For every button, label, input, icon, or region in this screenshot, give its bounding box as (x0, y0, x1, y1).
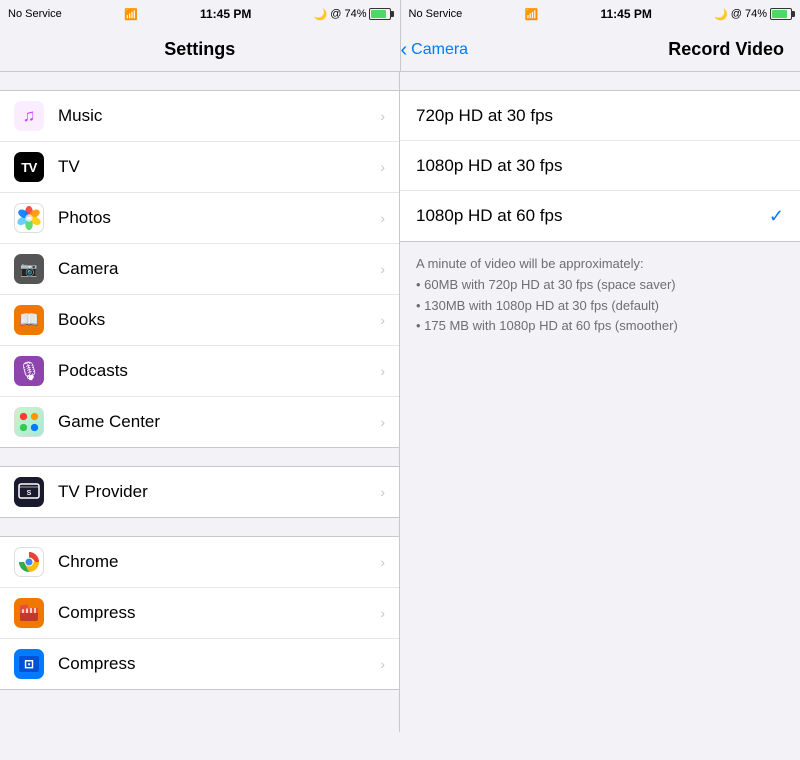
back-button[interactable]: ‹ Camera (401, 40, 469, 60)
video-option-1080p60-label: 1080p HD at 60 fps (416, 206, 562, 226)
svg-text:⊡: ⊡ (24, 657, 34, 671)
tv-icon: TV (14, 152, 44, 182)
compress1-icon (14, 598, 44, 628)
battery-pct-left: 74% (344, 8, 366, 20)
camera-label: Camera (58, 259, 118, 279)
settings-item-music[interactable]: ♫ Music › (0, 91, 399, 142)
battery-icon-right (770, 8, 792, 20)
music-label: Music (58, 106, 102, 126)
moon-icon-right: 🌙 (714, 8, 728, 21)
video-option-1080p30-label: 1080p HD at 30 fps (416, 156, 562, 176)
settings-group-1: ♫ Music › TV TV › (0, 90, 399, 448)
video-option-720p30[interactable]: 720p HD at 30 fps (400, 91, 800, 141)
back-label: Camera (411, 41, 468, 59)
tvprovider-label: TV Provider (58, 482, 148, 502)
settings-item-tv[interactable]: TV TV › (0, 142, 399, 193)
music-icon: ♫ (14, 101, 44, 131)
chevron-right-tv: › (380, 159, 385, 175)
chevron-right-camera: › (380, 261, 385, 277)
video-option-1080p60[interactable]: 1080p HD at 60 fps ✓ (400, 191, 800, 241)
info-line-1: • 60MB with 720p HD at 30 fps (space sav… (416, 277, 676, 292)
compress2-label: Compress (58, 654, 135, 674)
main-layout: ♫ Music › TV TV › (0, 72, 800, 732)
chevron-right-compress1: › (380, 605, 385, 621)
time-right: 11:45 PM (600, 7, 651, 21)
wifi-icon-right: 📶 (525, 8, 539, 21)
settings-item-books[interactable]: 📖 Books › (0, 295, 399, 346)
section-gap-1 (0, 72, 399, 90)
battery-icon-left (369, 8, 391, 20)
info-line-3: • 175 MB with 1080p HD at 60 fps (smooth… (416, 318, 678, 333)
podcasts-icon: 🎙 (14, 356, 44, 386)
podcasts-label: Podcasts (58, 361, 128, 381)
settings-group-3: Chrome › Compress (0, 536, 399, 690)
chevron-right-gamecenter: › (380, 414, 385, 430)
right-icons-right: 🌙 @ 74% (714, 8, 792, 21)
photos-icon (14, 203, 44, 233)
chrome-icon (14, 547, 44, 577)
tvprovider-icon: S (14, 477, 44, 507)
settings-item-chrome[interactable]: Chrome › (0, 537, 399, 588)
settings-panel: ♫ Music › TV TV › (0, 72, 400, 732)
status-bar-right: No Service 📶 11:45 PM 🌙 @ 74% (401, 0, 800, 28)
section-gap-2 (0, 448, 399, 466)
chrome-label: Chrome (58, 552, 118, 572)
at-icon-left: @ (330, 8, 341, 20)
status-bar-left: No Service 📶 11:45 PM 🌙 @ 74% (0, 0, 400, 28)
info-header: A minute of video will be approximately: (416, 256, 644, 271)
settings-nav: Settings (0, 28, 400, 71)
video-info-box: A minute of video will be approximately:… (400, 242, 800, 349)
settings-item-photos[interactable]: Photos › (0, 193, 399, 244)
section-gap-3 (0, 518, 399, 536)
wifi-icon-left: 📶 (124, 8, 138, 21)
settings-item-camera[interactable]: 📷 Camera › (0, 244, 399, 295)
books-icon: 📖 (14, 305, 44, 335)
compress2-icon: ⊡ (14, 649, 44, 679)
record-video-nav: ‹ Camera Record Video (401, 28, 800, 71)
chevron-right-compress2: › (380, 656, 385, 672)
photos-label: Photos (58, 208, 111, 228)
settings-title: Settings (164, 39, 235, 60)
dual-status-bar: No Service 📶 11:45 PM 🌙 @ 74% No Service… (0, 0, 800, 28)
settings-item-podcasts[interactable]: 🎙 Podcasts › (0, 346, 399, 397)
info-line-2: • 130MB with 1080p HD at 30 fps (default… (416, 298, 659, 313)
chevron-right-books: › (380, 312, 385, 328)
books-label: Books (58, 310, 105, 330)
right-icons-left: 🌙 @ 74% (314, 8, 392, 21)
video-option-720p30-label: 720p HD at 30 fps (416, 106, 553, 126)
chevron-right-music: › (380, 108, 385, 124)
gamecenter-label: Game Center (58, 412, 160, 432)
chevron-right-tvprovider: › (380, 484, 385, 500)
chevron-right-chrome: › (380, 554, 385, 570)
nav-headers: Settings ‹ Camera Record Video (0, 28, 800, 72)
at-icon-right: @ (731, 8, 742, 20)
no-service-right: No Service (409, 8, 463, 20)
chevron-left-icon: ‹ (401, 40, 408, 60)
time-left: 11:45 PM (200, 7, 251, 21)
moon-icon-left: 🌙 (314, 8, 328, 21)
chevron-right-photos: › (380, 210, 385, 226)
video-options-group: 720p HD at 30 fps 1080p HD at 30 fps 108… (400, 90, 800, 242)
no-service-left: No Service (8, 8, 62, 20)
camera-icon: 📷 (14, 254, 44, 284)
settings-item-tvprovider[interactable]: S TV Provider › (0, 467, 399, 517)
svg-text:S: S (27, 490, 32, 497)
settings-item-compress2[interactable]: ⊡ Compress › (0, 639, 399, 689)
record-video-panel: 720p HD at 30 fps 1080p HD at 30 fps 108… (400, 72, 800, 732)
settings-item-gamecenter[interactable]: Game Center › (0, 397, 399, 447)
settings-item-compress1[interactable]: Compress › (0, 588, 399, 639)
compress1-label: Compress (58, 603, 135, 623)
video-option-1080p30[interactable]: 1080p HD at 30 fps (400, 141, 800, 191)
gamecenter-icon (14, 407, 44, 437)
chevron-right-podcasts: › (380, 363, 385, 379)
checkmark-icon: ✓ (769, 206, 784, 227)
record-video-title: Record Video (668, 39, 784, 60)
tv-label: TV (58, 157, 80, 177)
settings-group-2: S TV Provider › (0, 466, 399, 518)
battery-pct-right: 74% (745, 8, 767, 20)
